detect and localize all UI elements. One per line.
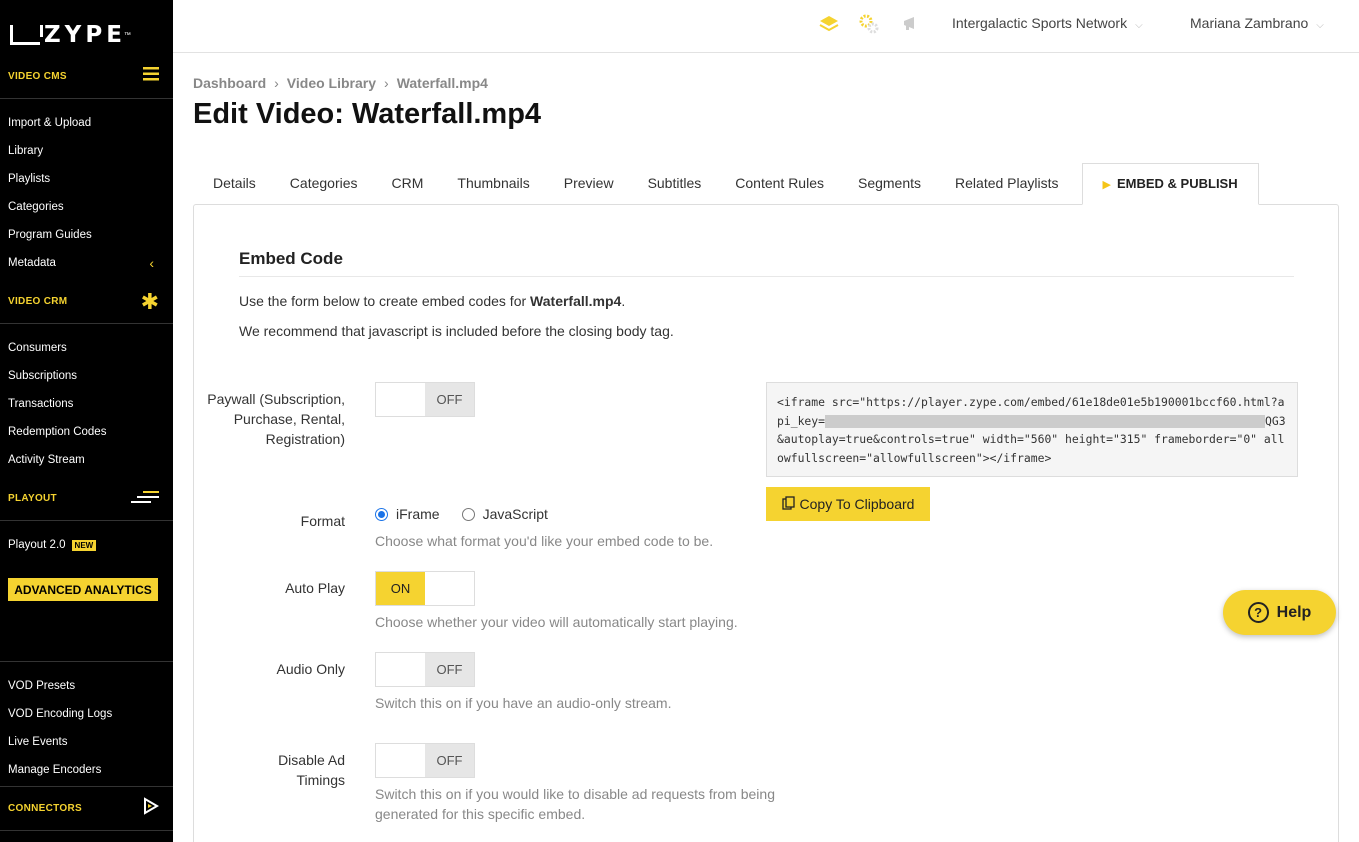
chevron-right-icon: › xyxy=(274,75,279,91)
tab-related-playlists[interactable]: Related Playlists xyxy=(938,163,1076,205)
tab-crm[interactable]: CRM xyxy=(375,163,441,205)
tab-subtitles[interactable]: Subtitles xyxy=(631,163,719,205)
autoplay-hint: Choose whether your video will automatic… xyxy=(375,614,738,630)
sidebar-item-vod-encoding-logs[interactable]: VOD Encoding Logs xyxy=(8,700,168,728)
intro-text-2: We recommend that javascript is included… xyxy=(239,323,674,339)
playout-nav: Playout 2.0 NEW xyxy=(8,531,168,559)
sidebar-item-categories[interactable]: Categories xyxy=(8,193,168,221)
zype-logo[interactable]: ZYPE ™ xyxy=(10,22,131,48)
hamburger-icon[interactable] xyxy=(143,67,159,86)
new-badge: NEW xyxy=(71,539,97,551)
tab-preview[interactable]: Preview xyxy=(547,163,631,205)
gears-icon[interactable] xyxy=(858,13,880,35)
sidebar: ZYPE ™ VIDEO CMS Import & Upload Library… xyxy=(0,0,173,842)
breadcrumb-video-library[interactable]: Video Library xyxy=(287,75,376,91)
format-iframe-radio[interactable] xyxy=(375,507,388,521)
sidebar-item-playout-2[interactable]: Playout 2.0 NEW xyxy=(8,531,168,559)
embed-code-box[interactable]: <iframe src="https://player.zype.com/emb… xyxy=(766,382,1298,477)
tab-bar: Details Categories CRM Thumbnails Previe… xyxy=(193,163,1259,205)
sidebar-item-library[interactable]: Library xyxy=(8,137,168,165)
autoplay-toggle[interactable]: ON xyxy=(375,571,475,606)
help-button[interactable]: ? Help xyxy=(1223,590,1336,635)
section-connectors[interactable]: CONNECTORS xyxy=(0,787,173,831)
asterisk-icon: ✱ xyxy=(140,288,159,314)
chevron-right-icon: › xyxy=(384,75,389,91)
top-bar: Intergalactic Sports Network ⌵ Mariana Za… xyxy=(173,0,1359,53)
sidebar-item-metadata[interactable]: Metadata ‹ xyxy=(8,249,168,277)
megaphone-icon[interactable] xyxy=(900,13,922,35)
disable-ad-hint: Switch this on if you would like to disa… xyxy=(375,786,775,822)
user-menu[interactable]: Mariana Zambrano ⌵ xyxy=(1190,13,1324,33)
sidebar-item-live-events[interactable]: Live Events xyxy=(8,728,168,756)
format-radio-group: iFrame JavaScript xyxy=(375,506,548,522)
section-video-cms[interactable]: VIDEO CMS xyxy=(0,55,173,99)
tab-categories[interactable]: Categories xyxy=(273,163,375,205)
sidebar-item-playlists[interactable]: Playlists xyxy=(8,165,168,193)
paywall-toggle[interactable]: OFF xyxy=(375,382,475,417)
network-selector[interactable]: Intergalactic Sports Network ⌵ xyxy=(952,13,1143,33)
tab-segments[interactable]: Segments xyxy=(841,163,938,205)
sidebar-item-vod-presets[interactable]: VOD Presets xyxy=(8,672,168,700)
tab-content-rules[interactable]: Content Rules xyxy=(718,163,841,205)
section-playout[interactable]: PLAYOUT xyxy=(0,477,173,521)
intro-text: Use the form below to create embed codes… xyxy=(239,293,626,309)
layers-icon[interactable] xyxy=(818,13,840,35)
section-divider xyxy=(239,276,1294,277)
tab-details[interactable]: Details xyxy=(193,163,273,205)
video-cms-nav: Import & Upload Library Playlists Catego… xyxy=(8,109,168,277)
breadcrumb-dashboard[interactable]: Dashboard xyxy=(193,75,266,91)
sidebar-item-transactions[interactable]: Transactions xyxy=(8,390,168,418)
breadcrumb: Dashboard › Video Library › Waterfall.mp4 xyxy=(193,75,488,91)
chevron-left-icon: ‹ xyxy=(149,255,154,271)
format-hint: Choose what format you'd like your embed… xyxy=(375,533,714,549)
copy-to-clipboard-button[interactable]: Copy To Clipboard xyxy=(766,487,930,521)
sidebar-item-consumers[interactable]: Consumers xyxy=(8,334,168,362)
redacted-api-key xyxy=(825,414,1266,428)
video-crm-nav: Consumers Subscriptions Transactions Red… xyxy=(8,334,168,474)
sidebar-item-manage-encoders[interactable]: Manage Encoders xyxy=(8,756,168,784)
advanced-analytics-button[interactable]: ADVANCED ANALYTICS xyxy=(8,578,158,601)
format-label: Format xyxy=(300,513,345,529)
chevron-down-icon: ⌵ xyxy=(1135,20,1143,31)
autoplay-label: Auto Play xyxy=(285,580,345,596)
clipboard-icon xyxy=(781,495,795,513)
play-outline-icon xyxy=(143,797,159,820)
tab-embed-publish[interactable]: ▶ EMBED & PUBLISH xyxy=(1081,163,1259,205)
sidebar-item-import-upload[interactable]: Import & Upload xyxy=(8,109,168,137)
audio-only-hint: Switch this on if you have an audio-only… xyxy=(375,695,672,711)
audio-only-toggle[interactable]: OFF xyxy=(375,652,475,687)
audio-only-label: Audio Only xyxy=(276,661,345,677)
sidebar-item-activity-stream[interactable]: Activity Stream xyxy=(8,446,168,474)
format-javascript-radio[interactable] xyxy=(461,507,475,521)
sidebar-divider xyxy=(0,661,173,662)
play-icon: ▶ xyxy=(1102,179,1111,191)
sidebar-item-subscriptions[interactable]: Subscriptions xyxy=(8,362,168,390)
question-icon: ? xyxy=(1247,602,1269,623)
chevron-down-icon: ⌵ xyxy=(1316,20,1324,31)
page-title: Edit Video: Waterfall.mp4 xyxy=(193,98,542,130)
logo-mark-icon xyxy=(10,25,43,45)
breadcrumb-current: Waterfall.mp4 xyxy=(396,75,488,91)
sidebar-item-program-guides[interactable]: Program Guides xyxy=(8,221,168,249)
disable-ad-label: Disable Ad Timings xyxy=(278,752,345,788)
sidebar-item-redemption-codes[interactable]: Redemption Codes xyxy=(8,418,168,446)
paywall-label: Paywall (Subscription, Purchase, Rental,… xyxy=(207,391,345,447)
playout-icon xyxy=(131,490,159,508)
tab-thumbnails[interactable]: Thumbnails xyxy=(440,163,546,205)
embed-code-heading: Embed Code xyxy=(239,249,343,268)
disable-ad-toggle[interactable]: OFF xyxy=(375,743,475,778)
vod-nav: VOD Presets VOD Encoding Logs Live Event… xyxy=(8,672,168,784)
section-video-crm[interactable]: VIDEO CRM ✱ xyxy=(0,280,173,324)
